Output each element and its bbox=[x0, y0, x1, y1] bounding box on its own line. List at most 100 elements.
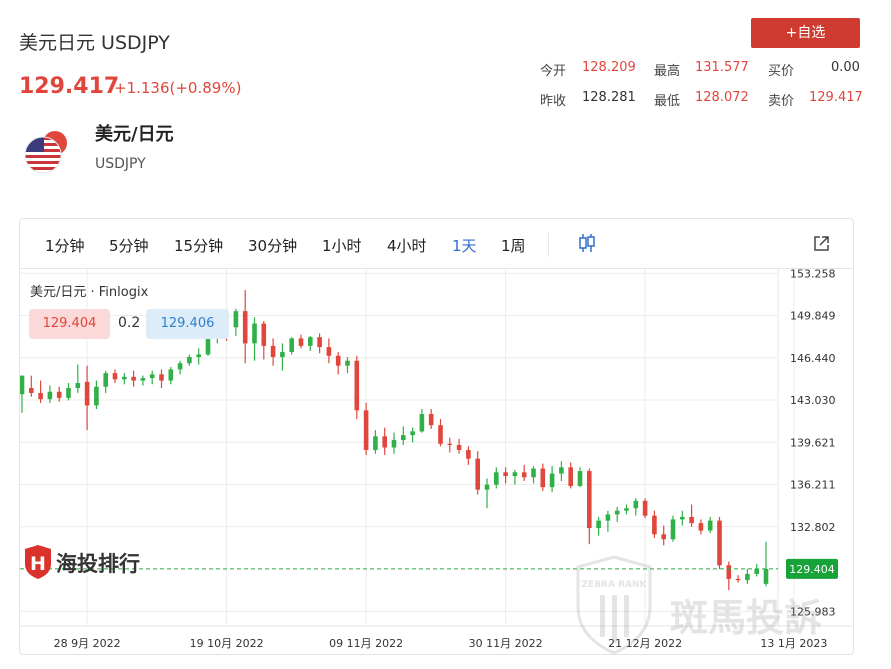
date-tick-label: 19 10月 2022 bbox=[190, 637, 264, 650]
expand-icon[interactable] bbox=[813, 235, 830, 252]
candle-body bbox=[47, 391, 53, 400]
timeframe-1d[interactable]: 1天 bbox=[452, 235, 477, 256]
chart-legend-name: 美元/日元 · Finlogix bbox=[30, 285, 149, 300]
candle-body bbox=[140, 378, 146, 381]
pair-name: 美元/日元 bbox=[95, 124, 174, 145]
candle-body bbox=[308, 337, 313, 346]
candle-body bbox=[707, 520, 713, 531]
candle-body bbox=[401, 435, 406, 441]
candlestick-type-icon[interactable] bbox=[577, 233, 597, 253]
haitou-logo-watermark: H 海投排行 bbox=[25, 545, 140, 579]
candle-body bbox=[242, 311, 248, 344]
candle-body bbox=[419, 414, 425, 432]
timeframe-5min[interactable]: 5分钟 bbox=[109, 235, 149, 256]
candle-body bbox=[177, 363, 183, 370]
current-price: 129.417 bbox=[19, 74, 120, 99]
candle-body bbox=[252, 323, 257, 344]
page: 美元日元 USDJPY 129.417 +1.136(+0.89%) +自选 今… bbox=[0, 0, 891, 669]
candle-body bbox=[475, 458, 480, 490]
candle-body bbox=[94, 386, 99, 406]
us-jp-flag-icon bbox=[24, 131, 67, 174]
candle-body bbox=[122, 376, 127, 380]
sell-value: 129.417 bbox=[809, 90, 863, 105]
candle-body bbox=[29, 388, 34, 393]
buy-label: 买价 bbox=[768, 64, 795, 79]
candle-body bbox=[168, 369, 174, 381]
price-tick-label: 139.621 bbox=[790, 436, 836, 449]
toolbar-divider bbox=[548, 233, 549, 257]
candle-body bbox=[20, 375, 25, 395]
candle-body bbox=[614, 510, 620, 515]
zebra-watermark: ZEBRA RANK 斑馬投訴 bbox=[576, 555, 822, 654]
candle-body bbox=[503, 472, 508, 477]
prev-close-label: 昨收 bbox=[540, 94, 567, 109]
pair-symbol: USDJPY bbox=[95, 156, 146, 172]
chart-toolbar: 1分钟 5分钟 15分钟 30分钟 1小时 4小时 1天 1周 bbox=[20, 219, 853, 269]
candle-body bbox=[652, 515, 657, 535]
candle-body bbox=[112, 373, 118, 380]
candle-body bbox=[531, 468, 536, 478]
prev-close-value: 128.281 bbox=[582, 90, 636, 105]
candle-body bbox=[624, 508, 629, 511]
candle-body bbox=[466, 449, 471, 459]
candle-body bbox=[289, 338, 294, 353]
candle-body bbox=[131, 376, 136, 381]
candle-body bbox=[484, 484, 490, 490]
timeframe-1h[interactable]: 1小时 bbox=[322, 235, 362, 256]
candle-body bbox=[159, 374, 164, 381]
timeframe-30min[interactable]: 30分钟 bbox=[248, 235, 297, 256]
candle-body bbox=[345, 360, 350, 366]
candle-body bbox=[596, 520, 601, 529]
stats-row-2: 昨收 128.281 最低 128.072 卖价 129.417 bbox=[540, 90, 863, 120]
candle-body bbox=[642, 500, 648, 516]
candle-body bbox=[280, 352, 285, 358]
candle-body bbox=[56, 391, 62, 398]
candle-body bbox=[196, 354, 201, 358]
high-label: 最高 bbox=[654, 64, 681, 79]
low-label: 最低 bbox=[654, 94, 681, 109]
date-tick-label: 30 11月 2022 bbox=[469, 637, 543, 650]
candle-body bbox=[75, 383, 81, 388]
price-tick-label: 146.440 bbox=[790, 352, 836, 365]
candle-body bbox=[270, 345, 276, 358]
candle-body bbox=[205, 338, 211, 355]
zebra-cn-text: 斑馬投訴 bbox=[670, 596, 822, 640]
timeframe-15min[interactable]: 15分钟 bbox=[174, 235, 223, 256]
price-change: +1.136(+0.89%) bbox=[114, 79, 242, 97]
candle-body bbox=[233, 311, 239, 328]
timeframe-1min[interactable]: 1分钟 bbox=[45, 235, 85, 256]
candle-body bbox=[670, 519, 676, 540]
candle-body bbox=[354, 360, 360, 411]
candle-body bbox=[373, 436, 378, 450]
candle-body bbox=[298, 338, 304, 346]
watermark-brand-text: 海投排行 bbox=[56, 552, 140, 576]
candle-body bbox=[438, 425, 443, 444]
candle-body bbox=[512, 472, 518, 477]
candle-body bbox=[84, 381, 90, 406]
candle-body bbox=[103, 373, 108, 387]
candle-body bbox=[559, 467, 564, 474]
price-tick-label: 136.211 bbox=[790, 479, 836, 492]
add-favorite-button[interactable]: +自选 bbox=[751, 18, 860, 48]
timeframe-1w[interactable]: 1周 bbox=[501, 235, 526, 256]
quote-stats: 今开 128.209 最高 131.577 买价 0.00 昨收 128.281… bbox=[540, 60, 863, 120]
candle-body bbox=[689, 516, 694, 524]
candle-body bbox=[382, 436, 387, 448]
high-value: 131.577 bbox=[695, 60, 749, 75]
candle-body bbox=[456, 445, 462, 450]
candle-body bbox=[661, 534, 666, 540]
stats-row-1: 今开 128.209 最高 131.577 买价 0.00 bbox=[540, 60, 860, 90]
candle-body bbox=[549, 473, 555, 488]
candle-body bbox=[410, 431, 415, 436]
sell-label: 卖价 bbox=[768, 94, 795, 109]
bid-price-box: 129.404 bbox=[29, 309, 110, 339]
page-title: 美元日元 USDJPY bbox=[19, 32, 170, 54]
buy-value: 0.00 bbox=[831, 60, 860, 75]
zebra-en-text: ZEBRA RANK bbox=[582, 580, 648, 590]
candle-body bbox=[577, 471, 583, 486]
candle-body bbox=[521, 472, 527, 478]
candle-body bbox=[261, 323, 267, 346]
candle-body bbox=[605, 514, 611, 521]
candle-body bbox=[568, 467, 573, 486]
timeframe-4h[interactable]: 4小时 bbox=[387, 235, 427, 256]
